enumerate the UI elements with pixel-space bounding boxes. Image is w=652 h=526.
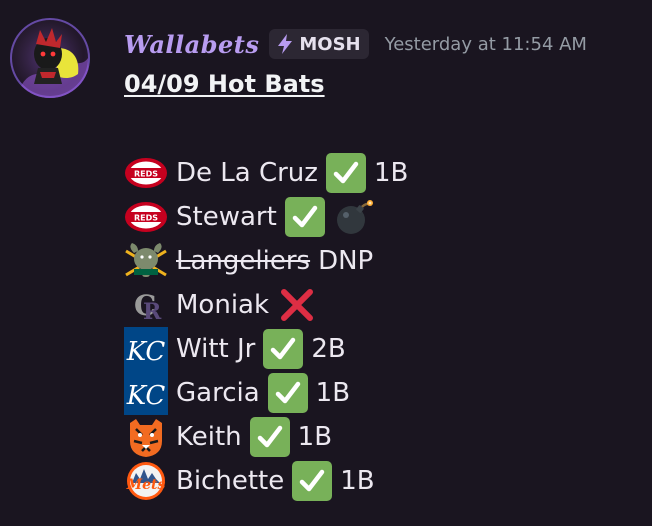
- check-mark-icon: [266, 371, 310, 415]
- message-header: Wallabets MOSH Yesterday at 11:54 AM: [124, 26, 587, 62]
- tigers-logo-icon: [124, 417, 168, 457]
- hit-result: 1B: [297, 422, 333, 452]
- check-mark-icon: [248, 415, 292, 459]
- player-name: Witt Jr: [176, 334, 256, 364]
- list-item: C R Moniak: [124, 283, 408, 327]
- player-name: Garcia: [176, 378, 260, 408]
- check-mark-icon: [283, 195, 327, 239]
- svg-text:R: R: [143, 299, 162, 325]
- timestamp[interactable]: Yesterday at 11:54 AM: [385, 34, 587, 55]
- chat-message: Wallabets MOSH Yesterday at 11:54 AM 04/…: [0, 0, 652, 526]
- mets-logo-icon: Mets: [124, 461, 168, 501]
- check-mark-icon: [290, 459, 334, 503]
- avatar[interactable]: [10, 18, 90, 98]
- list-item: Keith 1B: [124, 415, 408, 459]
- lightning-icon: [275, 33, 295, 55]
- svg-text:REDS: REDS: [134, 170, 158, 179]
- player-name: Stewart: [176, 202, 277, 232]
- server-tag[interactable]: MOSH: [269, 29, 369, 59]
- list-item: REDS De La Cruz 1B: [124, 151, 408, 195]
- hit-result: 1B: [373, 158, 409, 188]
- list-item: REDS Stewart: [124, 195, 408, 239]
- svg-text:REDS: REDS: [134, 214, 158, 223]
- server-tag-label: MOSH: [299, 33, 361, 55]
- svg-text:Mets: Mets: [126, 477, 166, 493]
- player-name: Moniak: [176, 290, 270, 320]
- svg-text:KC: KC: [126, 381, 166, 411]
- message-title: 04/09 Hot Bats: [124, 70, 325, 98]
- rockies-logo-icon: C R: [124, 285, 168, 325]
- username[interactable]: Wallabets: [124, 30, 259, 59]
- svg-text:KC: KC: [126, 337, 166, 367]
- message-body: REDS De La Cruz 1B REDS Stewart Langelie…: [124, 151, 408, 503]
- bomb-icon: [333, 195, 377, 239]
- list-item: KC Garcia 1B: [124, 371, 408, 415]
- list-item: Langeliers DNP: [124, 239, 408, 283]
- royals-logo-icon: KC: [124, 327, 168, 371]
- hit-result: 1B: [340, 466, 375, 496]
- royals-logo-icon: KC: [124, 371, 168, 415]
- player-name: De La Cruz: [176, 158, 318, 188]
- avatar-image: [10, 18, 90, 98]
- player-name: Keith: [176, 422, 242, 452]
- athletics-logo-icon: [124, 241, 168, 281]
- check-mark-icon: [261, 327, 305, 371]
- reds-logo-icon: REDS: [124, 153, 168, 193]
- hit-result: 1B: [315, 378, 351, 408]
- cross-mark-icon: [275, 283, 319, 327]
- hit-result: 2B: [311, 334, 346, 364]
- player-name: Bichette: [176, 466, 285, 496]
- list-item: Mets Bichette 1B: [124, 459, 408, 503]
- player-name: Langeliers: [176, 246, 311, 276]
- list-item: KC Witt Jr 2B: [124, 327, 408, 371]
- check-mark-icon: [324, 151, 368, 195]
- status-label: DNP: [318, 246, 374, 276]
- reds-logo-icon: REDS: [124, 197, 168, 237]
